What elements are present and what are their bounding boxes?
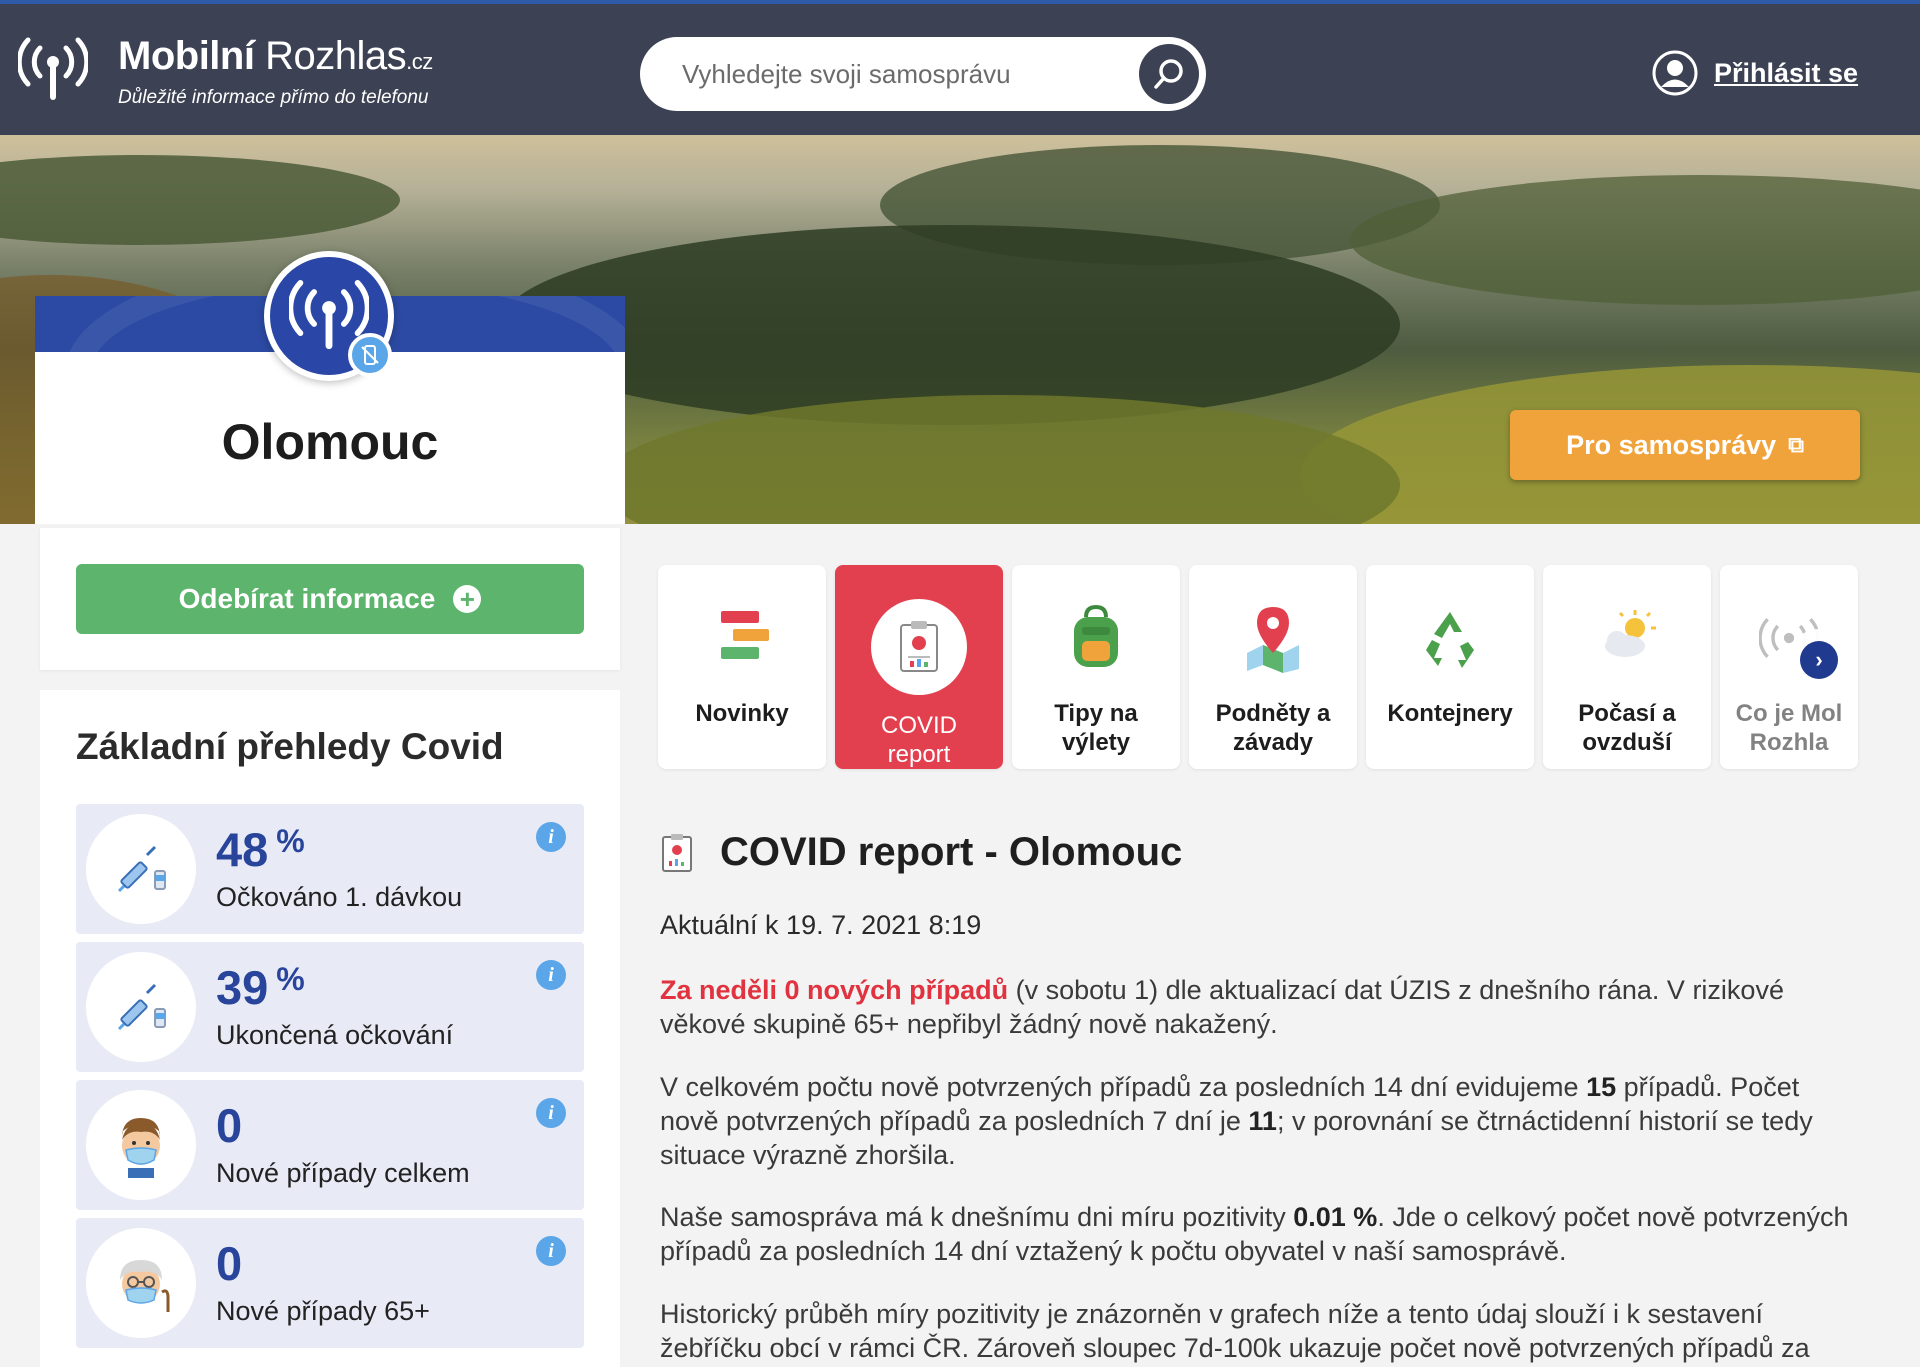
no-phone-badge-icon xyxy=(348,333,392,377)
backpack-icon xyxy=(1051,593,1141,683)
covid-report-icon xyxy=(662,833,692,872)
report-updated: Aktuální k 19. 7. 2021 8:19 xyxy=(660,910,982,940)
site-logo[interactable]: Mobilní Rozhlas.cz Důležité informace př… xyxy=(18,34,433,109)
tiles-next-button[interactable]: › xyxy=(1800,641,1838,679)
stat-unit: % xyxy=(276,961,305,997)
covid-overview-title: Základní přehledy Covid xyxy=(76,726,504,767)
stat-label: Nové případy 65+ xyxy=(216,1296,430,1326)
tile-novinky[interactable]: Novinky xyxy=(658,565,826,769)
report-paragraph-2: V celkovém počtu nově potvrzených případ… xyxy=(660,1072,1813,1170)
tile-covid-report[interactable]: COVID report xyxy=(835,565,1003,769)
covid-report-icon xyxy=(871,599,967,695)
search-button[interactable] xyxy=(1139,44,1199,104)
vaccine-syringe-icon xyxy=(86,952,196,1062)
tile-label: COVID xyxy=(880,712,957,739)
tile-label: report xyxy=(887,741,951,768)
external-link-icon: ⧉ xyxy=(1788,432,1804,457)
info-icon[interactable]: i xyxy=(536,960,566,990)
tile-kontejnery[interactable]: Kontejnery xyxy=(1366,565,1534,769)
report-header: COVID report - Olomouc xyxy=(660,830,1182,875)
tile-label: Co je Mol xyxy=(1735,700,1843,727)
tile-label: Kontejnery xyxy=(1387,700,1513,727)
report-paragraph-4: Historický průběh míry pozitivity je zná… xyxy=(660,1299,1810,1363)
tile-label: Rozhla xyxy=(1749,729,1829,756)
news-icon xyxy=(697,593,787,683)
report-paragraph-3: Naše samospráva má k dnešnímu dni míru p… xyxy=(660,1202,1849,1266)
stat-value: 48 xyxy=(216,823,269,876)
search-box xyxy=(640,37,1206,111)
stat-value: 39 xyxy=(216,961,269,1014)
tile-co-je-mobilni-rozhlas[interactable]: Co je Mol Rozhla xyxy=(1720,565,1858,769)
search-input[interactable] xyxy=(682,37,1122,111)
search-icon xyxy=(1154,59,1183,89)
tile-label: Podněty a xyxy=(1215,700,1331,727)
stat-first-dose: 48% Očkováno 1. dávkou i xyxy=(76,804,584,934)
city-avatar xyxy=(264,251,394,381)
subscribe-button[interactable]: Odebírat informace + xyxy=(76,564,584,634)
covid-overview-card: Základní přehledy Covid 48% Očkováno 1. … xyxy=(40,690,620,1367)
brand-tagline: Důležité informace přímo do telefonu xyxy=(118,87,429,108)
broadcast-logo-icon xyxy=(18,37,88,100)
tile-tipy-na-vylety[interactable]: Tipy na výlety xyxy=(1012,565,1180,769)
category-tiles: Novinky COVID report Tipy na výlety Podnět… xyxy=(658,565,1858,771)
stat-new-cases-total: 0 Nové případy celkem i xyxy=(76,1080,584,1210)
stat-value: 0 xyxy=(216,1099,243,1152)
recycle-icon xyxy=(1405,593,1495,683)
weather-icon xyxy=(1582,593,1672,683)
stat-unit: % xyxy=(276,823,305,859)
tile-label: závady xyxy=(1232,729,1314,756)
tile-label: výlety xyxy=(1061,729,1131,756)
tile-pocasi-a-ovzdusi[interactable]: Počasí a ovzduší xyxy=(1543,565,1711,769)
top-bar: Mobilní Rozhlas.cz Důležité informace př… xyxy=(0,0,1920,135)
stat-label: Očkováno 1. dávkou xyxy=(216,882,463,912)
stat-completed-vaccination: 39% Ukončená očkování i xyxy=(76,942,584,1072)
user-icon xyxy=(1652,50,1698,96)
vaccine-syringe-icon xyxy=(86,814,196,924)
report-paragraph-1: Za neděli 0 nových případů (v sobotu 1) … xyxy=(660,975,1784,1039)
pro-samospravy-button[interactable]: Pro samosprávy ⧉ xyxy=(1510,410,1860,480)
subscribe-card: Odebírat informace + xyxy=(40,528,620,670)
map-pin-icon xyxy=(1228,593,1318,683)
plus-icon: + xyxy=(453,585,482,613)
stat-label: Nové případy celkem xyxy=(216,1158,470,1188)
brand-name: Mobilní Rozhlas.cz xyxy=(118,34,433,78)
tile-podnety-a-zavady[interactable]: Podněty a závady xyxy=(1189,565,1357,769)
tile-label: Novinky xyxy=(695,700,789,727)
masked-senior-icon xyxy=(86,1228,196,1338)
info-icon[interactable]: i xyxy=(536,1236,566,1266)
chevron-right-icon: › xyxy=(1815,647,1823,672)
info-icon[interactable]: i xyxy=(536,822,566,852)
tile-label: Tipy na xyxy=(1054,700,1138,727)
city-name: Olomouc xyxy=(221,414,439,470)
stat-label: Ukončená očkování xyxy=(216,1020,454,1050)
login-link-group[interactable]: Přihlásit se xyxy=(1652,50,1858,96)
login-link[interactable]: Přihlásit se xyxy=(1714,58,1858,89)
report-title: COVID report - Olomouc xyxy=(720,830,1183,874)
tile-label: Počasí a xyxy=(1578,700,1676,727)
stat-new-cases-65: 0 Nové případy 65+ i xyxy=(76,1218,584,1348)
stat-value: 0 xyxy=(216,1237,243,1290)
tile-label: ovzduší xyxy=(1582,729,1672,756)
masked-person-icon xyxy=(86,1090,196,1200)
info-icon[interactable]: i xyxy=(536,1098,566,1128)
new-cases-highlight: Za neděli 0 nových případů xyxy=(660,975,1009,1005)
